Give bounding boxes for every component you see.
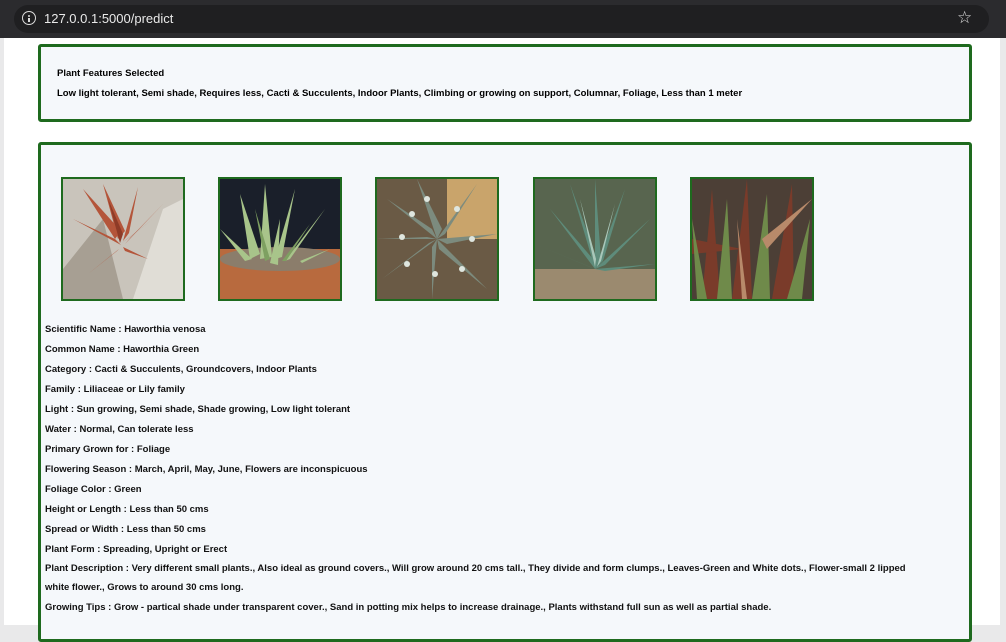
detail-value: Green (114, 484, 142, 495)
detail-label: Spread or Width (45, 524, 119, 535)
detail-separator: : (126, 464, 135, 475)
plant-image-2 (218, 177, 342, 301)
features-title: Plant Features Selected (57, 68, 165, 79)
foliage-color-row: Foliage Color : Green (45, 484, 142, 496)
detail-separator: : (115, 324, 125, 335)
detail-separator: : (118, 524, 127, 535)
plant-description-row: Plant Description : Very different small… (45, 563, 955, 575)
detail-separator: : (123, 563, 132, 574)
detail-value: Very different small plants., Also ideal… (131, 563, 906, 574)
detail-value: Less than 50 cms (129, 504, 209, 515)
detail-separator: : (68, 404, 77, 415)
detail-label: Scientific Name (45, 324, 116, 335)
growing-tips-row: Growing Tips : Grow - partical shade und… (45, 602, 771, 614)
features-list: Low light tolerant, Semi shade, Requires… (57, 88, 743, 99)
detail-value: March, April, May, June, Flowers are inc… (134, 464, 368, 475)
plant-image-3 (375, 177, 499, 301)
detail-separator: : (71, 424, 80, 435)
detail-label: Family (45, 384, 76, 395)
detail-value: Sun growing, Semi shade, Shade growing, … (76, 404, 351, 415)
flowering-season-row: Flowering Season : March, April, May, Ju… (45, 464, 368, 476)
common-name-row: Common Name : Haworthia Green (45, 344, 199, 356)
url-text[interactable]: 127.0.0.1:5000/predict (44, 10, 173, 27)
plant-image-1 (61, 177, 185, 301)
detail-value: Foliage (136, 444, 171, 455)
detail-value: Grow - partical shade under transparent … (113, 602, 772, 613)
detail-separator: : (105, 602, 114, 613)
detail-value: Haworthia Green (123, 344, 200, 355)
spread-row: Spread or Width : Less than 50 cms (45, 524, 206, 536)
detail-value: Normal, Can tolerate less (79, 424, 194, 435)
detail-value: Liliaceae or Lily family (83, 384, 185, 395)
detail-label: Growing Tips (45, 602, 106, 613)
bookmark-star-icon[interactable]: ☆ (957, 8, 975, 28)
plant-image-4 (533, 177, 657, 301)
scientific-name-row: Scientific Name : Haworthia venosa (45, 324, 206, 336)
detail-label: Plant Description (45, 563, 124, 574)
site-info-icon[interactable] (22, 11, 36, 25)
plant-image-5 (690, 177, 814, 301)
family-row: Family : Liliaceae or Lily family (45, 384, 185, 396)
detail-separator: : (75, 384, 84, 395)
detail-value: Cacti & Succulents, Groundcovers, Indoor… (94, 364, 317, 375)
detail-label: Foliage Color (45, 484, 106, 495)
detail-separator: : (105, 484, 115, 495)
detail-label: Category (45, 364, 87, 375)
detail-value: Haworthia venosa (124, 324, 206, 335)
detail-separator: : (94, 544, 104, 555)
detail-label: Height or Length (45, 504, 121, 515)
light-row: Light : Sun growing, Semi shade, Shade g… (45, 404, 350, 416)
category-row: Category : Cacti & Succulents, Groundcov… (45, 364, 317, 376)
detail-label: Primary Grown for (45, 444, 129, 455)
detail-separator: : (114, 344, 124, 355)
plant-description-continued: white flower., Grows to around 30 cms lo… (45, 582, 244, 593)
features-panel (38, 44, 972, 122)
detail-label: Flowering Season (45, 464, 127, 475)
primary-grown-row: Primary Grown for : Foliage (45, 444, 170, 456)
height-row: Height or Length : Less than 50 cms (45, 504, 209, 516)
plant-form-row: Plant Form : Spreading, Upright or Erect (45, 544, 227, 556)
detail-value: Spreading, Upright or Erect (103, 544, 228, 555)
detail-label: Water (45, 424, 72, 435)
detail-label: Common Name (45, 344, 115, 355)
detail-label: Plant Form (45, 544, 95, 555)
water-row: Water : Normal, Can tolerate less (45, 424, 194, 436)
browser-toolbar: 127.0.0.1:5000/predict ☆ (0, 0, 1006, 38)
detail-separator: : (128, 444, 137, 455)
detail-value: Less than 50 cms (126, 524, 206, 535)
detail-separator: : (86, 364, 95, 375)
detail-label: Light (45, 404, 69, 415)
